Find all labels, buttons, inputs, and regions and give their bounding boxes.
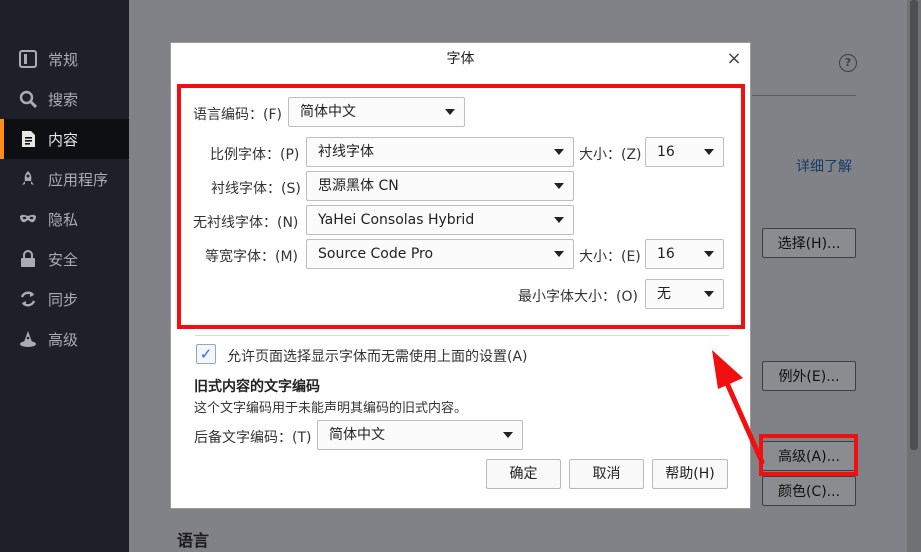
- annotation-arrow-icon: [712, 350, 765, 465]
